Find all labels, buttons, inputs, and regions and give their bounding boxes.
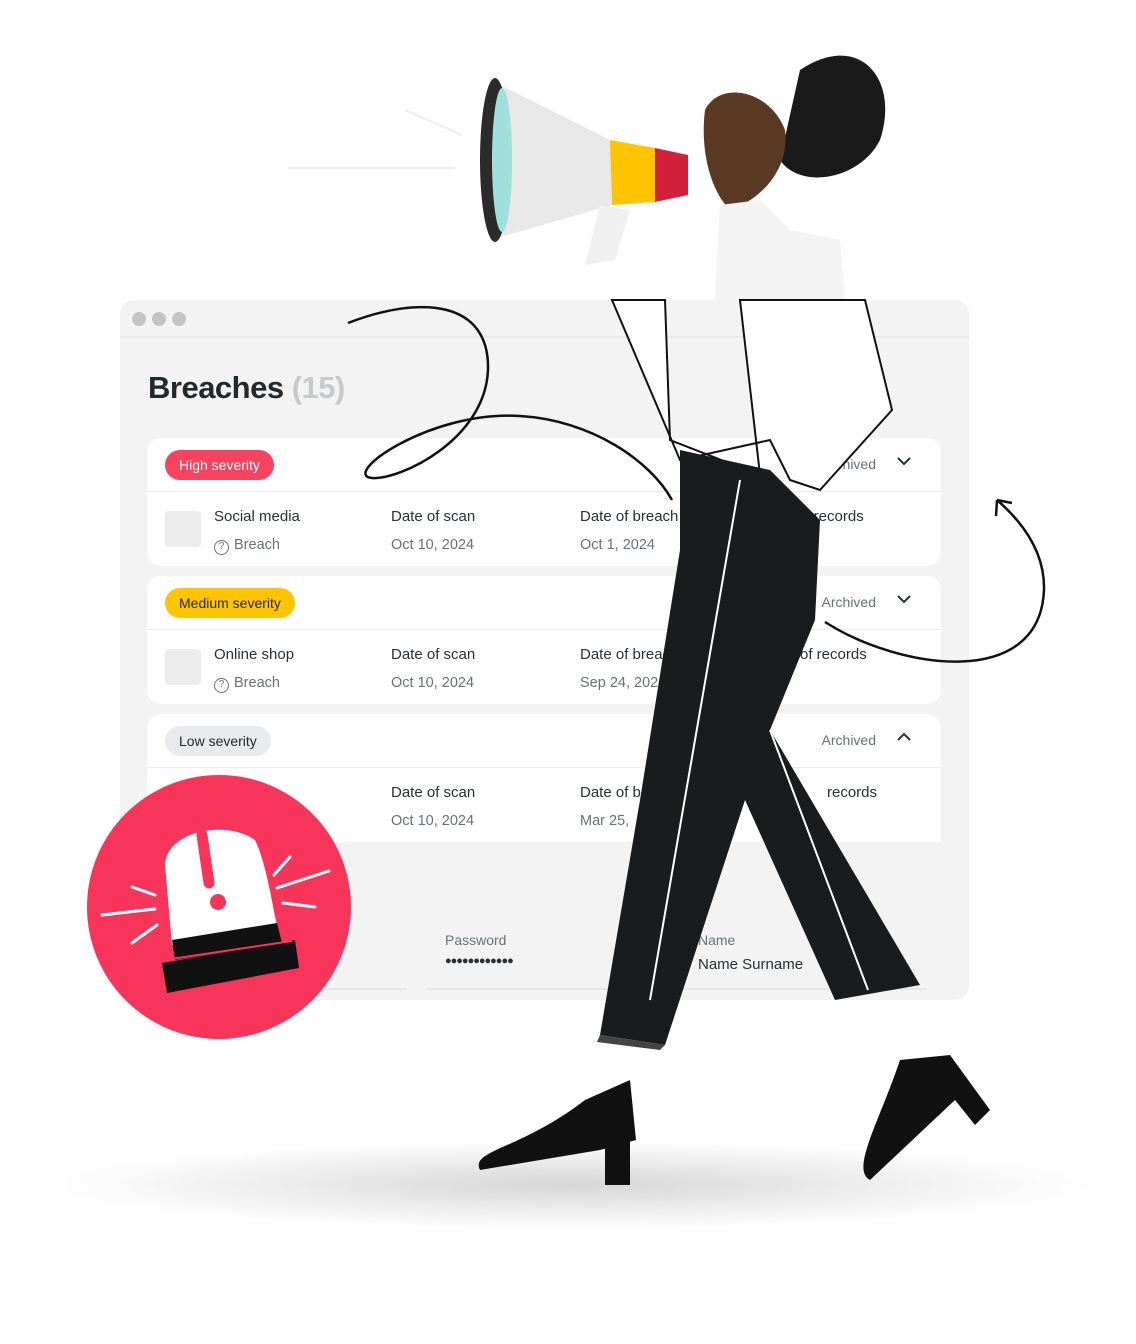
woman-figure (478, 55, 990, 1185)
alert-badge (87, 775, 351, 1039)
megaphone-icon (480, 78, 688, 265)
illustration-layer (288, 55, 1046, 1185)
curved-arrow-icon (824, 498, 1046, 663)
scribble-line (347, 305, 674, 501)
alert-siren-icon (100, 829, 331, 993)
